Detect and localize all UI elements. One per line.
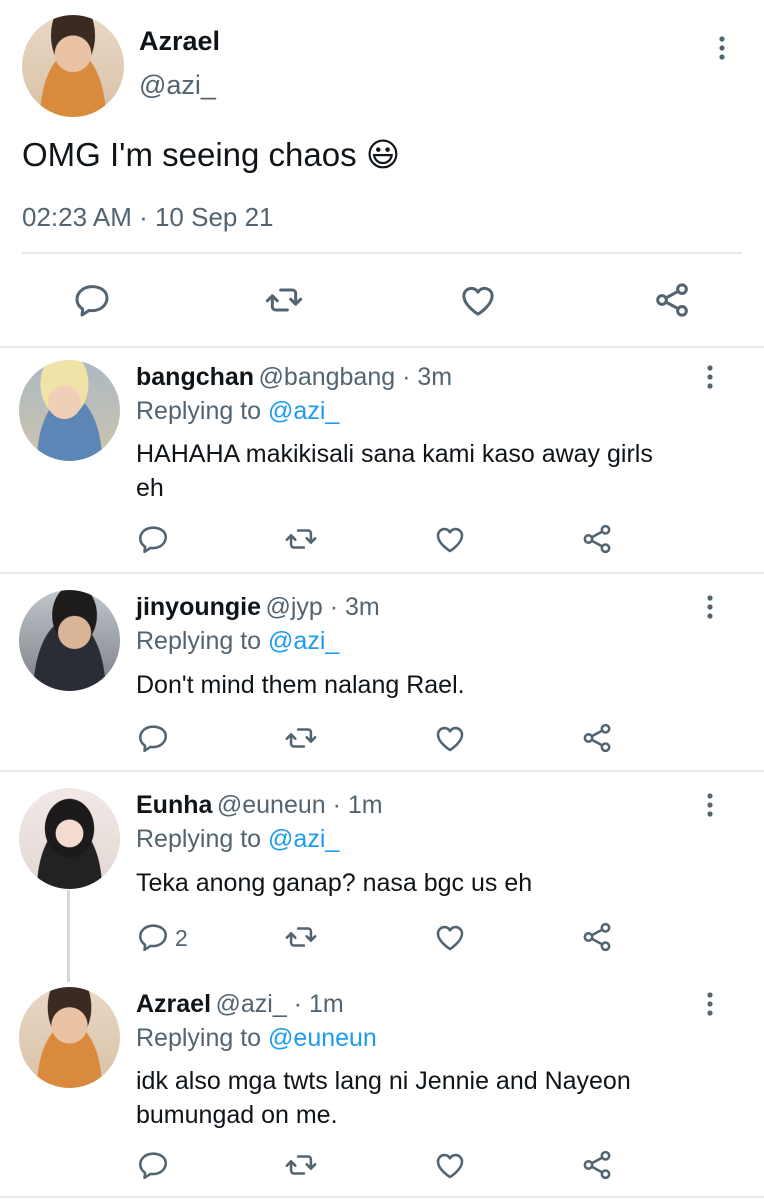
reply-icon[interactable] (136, 721, 170, 755)
divider (22, 252, 742, 254)
more-vertical-icon[interactable] (698, 791, 722, 819)
avatar[interactable] (19, 590, 120, 691)
more-vertical-icon[interactable] (698, 593, 722, 621)
reply-icon[interactable] (136, 1148, 170, 1182)
author-handle[interactable]: @azi_ (139, 70, 216, 101)
heart-icon[interactable] (433, 522, 467, 556)
reply-text: idk also mga twts lang ni Jennie and Nay… (136, 1064, 631, 1132)
replying-label: Replying to (136, 397, 262, 425)
share-icon[interactable] (652, 280, 692, 320)
reply-text: Teka anong ganap? nasa bgc us eh (136, 866, 532, 900)
replying-label: Replying to (136, 627, 262, 655)
share-icon[interactable] (580, 920, 614, 954)
share-icon[interactable] (580, 721, 614, 755)
avatar[interactable] (19, 987, 120, 1088)
divider (0, 1196, 764, 1198)
retweet-icon[interactable] (284, 920, 318, 954)
author-avatar[interactable] (22, 15, 124, 117)
reply-author-name[interactable]: Azrael (136, 990, 211, 1018)
retweet-icon[interactable] (264, 280, 304, 320)
divider (0, 572, 764, 574)
reply-text-line: eh (136, 474, 164, 502)
replying-to-link[interactable]: @azi_ (268, 825, 339, 853)
divider (0, 346, 764, 348)
reply-author-name[interactable]: Eunha (136, 791, 212, 819)
reply-author-name[interactable]: jinyoungie (136, 593, 261, 621)
reply-text-line: idk also mga twts lang ni Jennie and Nay… (136, 1067, 631, 1095)
retweet-icon[interactable] (284, 522, 318, 556)
share-icon[interactable] (580, 522, 614, 556)
reply-count: 2 (175, 925, 188, 951)
reply-handle-time: @jyp · 3m (265, 593, 380, 621)
share-icon[interactable] (580, 1148, 614, 1182)
reply-handle-time: @euneun · 1m (216, 791, 383, 819)
reply-text-line: bumungad on me. (136, 1101, 338, 1129)
more-vertical-icon[interactable] (698, 990, 722, 1018)
reply-icon[interactable] (72, 280, 112, 320)
heart-icon[interactable] (458, 280, 498, 320)
more-vertical-icon[interactable] (710, 34, 734, 62)
reply-text-line: Teka anong ganap? nasa bgc us eh (136, 869, 533, 897)
avatar[interactable] (19, 360, 120, 461)
reply-handle-time: @azi_ · 1m (215, 990, 344, 1018)
author-name[interactable]: Azrael (139, 26, 220, 57)
replying-to-link[interactable]: @azi_ (268, 627, 339, 655)
reply-text-line: Don't mind them nalang Rael. (136, 671, 465, 699)
reply-icon[interactable] (136, 920, 170, 954)
retweet-icon[interactable] (284, 1148, 318, 1182)
more-vertical-icon[interactable] (698, 363, 722, 391)
tweet-text: OMG I'm seeing chaos 😃 (22, 136, 401, 173)
thread-connector-line (67, 890, 70, 982)
reply-author-name[interactable]: bangchan (136, 363, 254, 391)
heart-icon[interactable] (433, 920, 467, 954)
reply-text: HAHAHA makikisali sana kami kaso away gi… (136, 437, 653, 505)
reply-text-line: HAHAHA makikisali sana kami kaso away gi… (136, 440, 653, 468)
replying-label: Replying to (136, 825, 262, 853)
reply-handle-time: @bangbang · 3m (258, 363, 453, 391)
replying-to-link[interactable]: @euneun (268, 1024, 377, 1052)
reply-text: Don't mind them nalang Rael. (136, 668, 465, 702)
replying-to-link[interactable]: @azi_ (268, 397, 339, 425)
heart-icon[interactable] (433, 1148, 467, 1182)
reply-icon[interactable] (136, 522, 170, 556)
avatar[interactable] (19, 788, 120, 889)
replying-label: Replying to (136, 1024, 262, 1052)
retweet-icon[interactable] (284, 721, 318, 755)
heart-icon[interactable] (433, 721, 467, 755)
divider (0, 770, 764, 772)
tweet-timestamp[interactable]: 02:23 AM · 10 Sep 21 (22, 202, 274, 233)
